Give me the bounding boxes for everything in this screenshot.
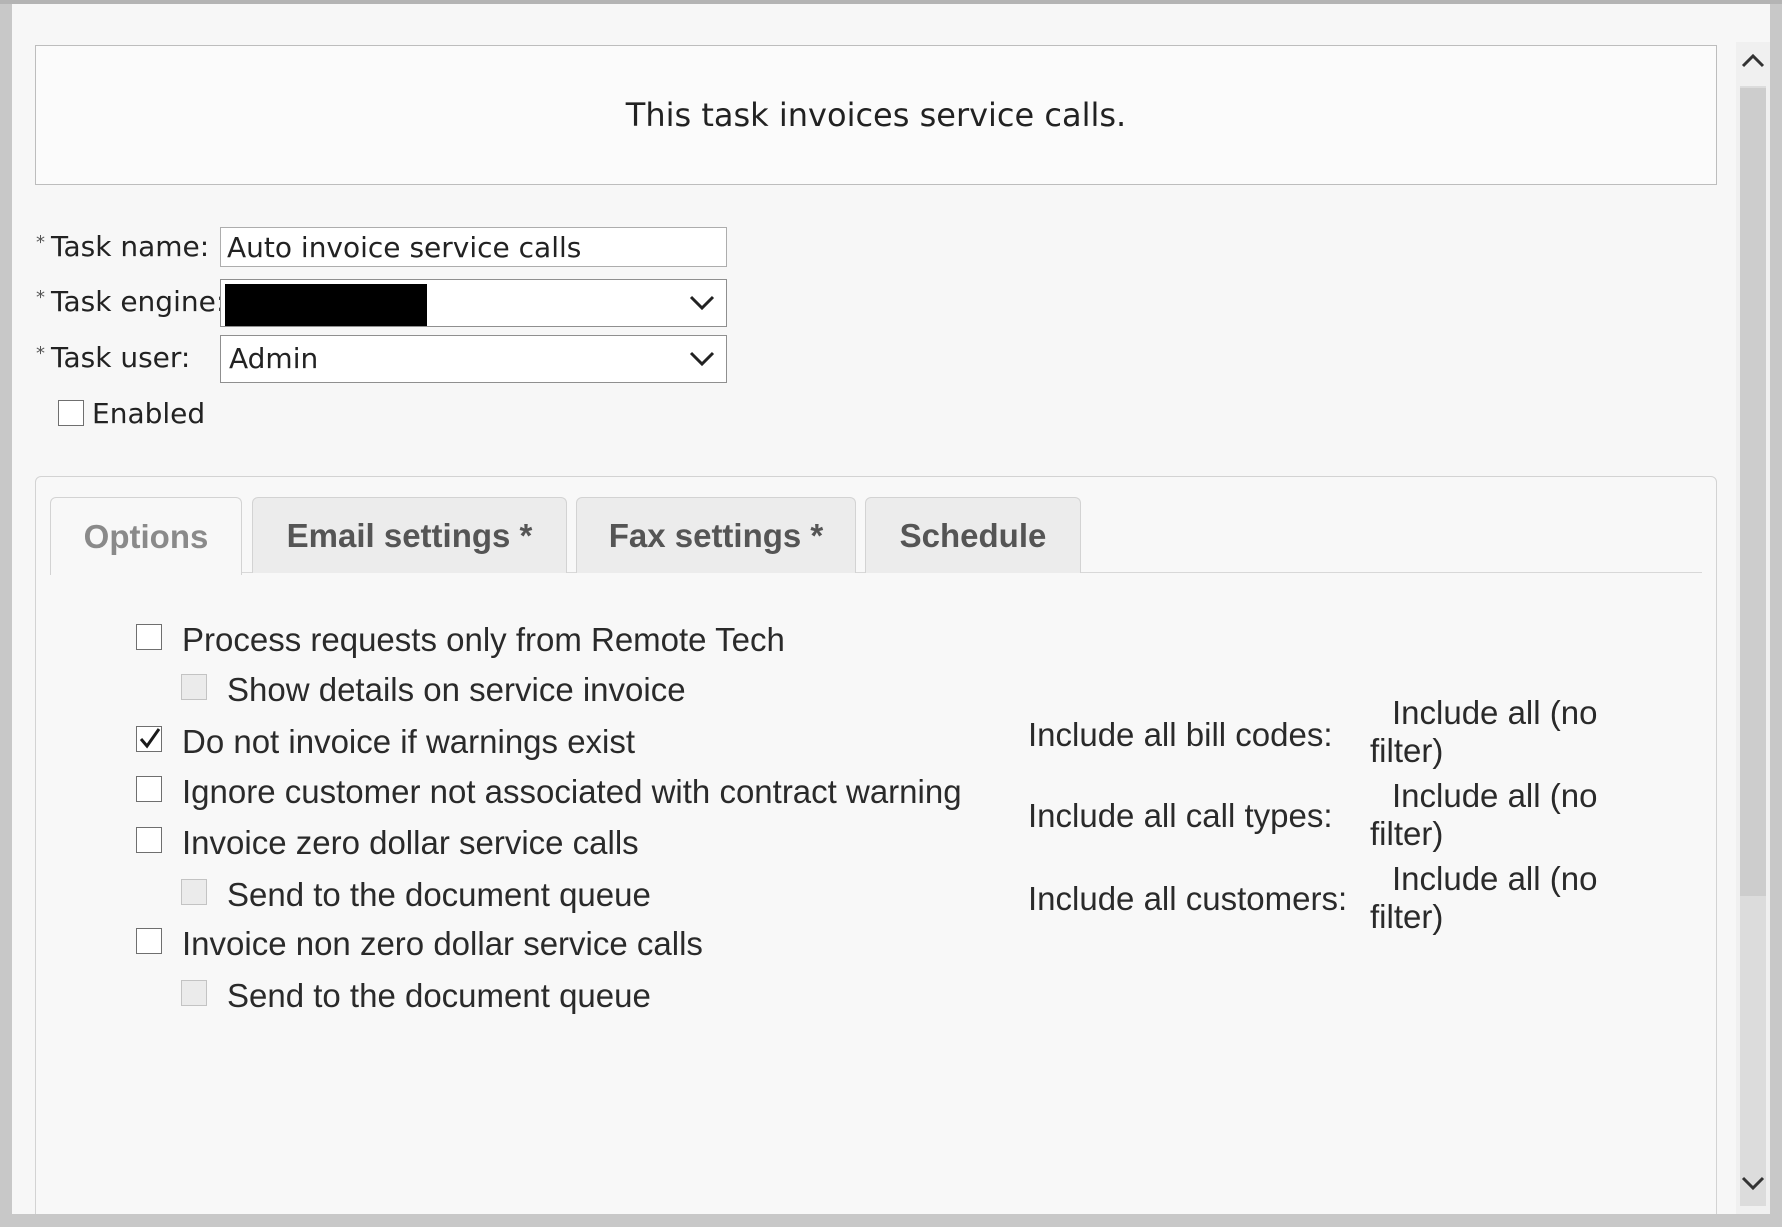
- chevron-down-icon: [689, 295, 715, 311]
- enabled-label: Enabled: [92, 397, 206, 430]
- tab-email-settings[interactable]: Email settings *: [252, 497, 567, 573]
- option-label: Ignore customer not associated with cont…: [182, 773, 962, 810]
- chevron-down-icon[interactable]: [1736, 1162, 1770, 1202]
- task-description: This task invoices service calls.: [625, 96, 1127, 134]
- tab-email-settings-label: Email settings *: [286, 516, 533, 554]
- ignore-contract-warning-checkbox[interactable]: [136, 776, 162, 802]
- tab-options[interactable]: Options: [50, 497, 242, 575]
- bill-codes-filter-link[interactable]: Include all (no filter): [1370, 694, 1630, 770]
- option-label: Process requests only from Remote Tech: [182, 621, 785, 658]
- option-label: Show details on service invoice: [227, 671, 686, 708]
- customers-filter-label: Include all customers:: [1028, 880, 1348, 917]
- call-types-filter-link[interactable]: Include all (no filter): [1370, 777, 1630, 853]
- chevron-down-icon: [689, 351, 715, 367]
- nonzero-send-to-queue-checkbox: [181, 980, 207, 1006]
- no-invoice-warnings-checkbox[interactable]: [136, 726, 162, 752]
- task-description-box: This task invoices service calls.: [35, 45, 1717, 185]
- option-label: Send to the document queue: [227, 977, 651, 1014]
- task-engine-label-row: * Task engine:: [36, 285, 225, 318]
- task-engine-select[interactable]: [220, 279, 727, 327]
- option-label: Invoice non zero dollar service calls: [182, 925, 703, 962]
- call-types-filter-label: Include all call types:: [1028, 797, 1333, 834]
- invoice-nonzero-dollar-checkbox[interactable]: [136, 928, 162, 954]
- task-user-label-row: * Task user:: [36, 341, 190, 374]
- task-user-select[interactable]: Admin: [220, 335, 727, 383]
- task-dialog: This task invoices service calls. * Task …: [12, 4, 1770, 1214]
- task-user-label: Task user:: [51, 341, 191, 374]
- option-label: Do not invoice if warnings exist: [182, 723, 636, 760]
- bill-codes-filter-label: Include all bill codes:: [1028, 716, 1333, 753]
- redacted-value: [225, 284, 427, 326]
- tab-options-label: Options: [83, 517, 209, 555]
- tab-fax-settings-label: Fax settings *: [608, 516, 824, 554]
- task-engine-label: Task engine:: [51, 285, 226, 318]
- required-marker: *: [36, 343, 45, 364]
- tab-schedule[interactable]: Schedule: [865, 497, 1081, 573]
- scroll-thumb[interactable]: [1740, 88, 1766, 896]
- enabled-checkbox[interactable]: [58, 400, 84, 426]
- vertical-scrollbar[interactable]: [1736, 42, 1770, 1214]
- customers-filter-link[interactable]: Include all (no filter): [1370, 860, 1630, 936]
- invoice-zero-dollar-checkbox[interactable]: [136, 827, 162, 853]
- task-name-input[interactable]: [220, 227, 727, 267]
- show-details-checkbox: [181, 674, 207, 700]
- tab-schedule-label: Schedule: [899, 516, 1047, 554]
- zero-send-to-queue-checkbox: [181, 879, 207, 905]
- checkmark-icon: [139, 728, 161, 749]
- tab-fax-settings[interactable]: Fax settings *: [576, 497, 856, 573]
- option-label: Invoice zero dollar service calls: [182, 824, 639, 861]
- option-label: Send to the document queue: [227, 876, 651, 913]
- task-name-label: Task name:: [51, 230, 210, 263]
- required-marker: *: [36, 232, 45, 253]
- required-marker: *: [36, 287, 45, 308]
- task-user-value: Admin: [229, 342, 319, 375]
- chevron-up-icon[interactable]: [1736, 42, 1770, 82]
- task-name-label-row: * Task name:: [36, 230, 209, 263]
- process-remote-tech-checkbox[interactable]: [136, 624, 162, 650]
